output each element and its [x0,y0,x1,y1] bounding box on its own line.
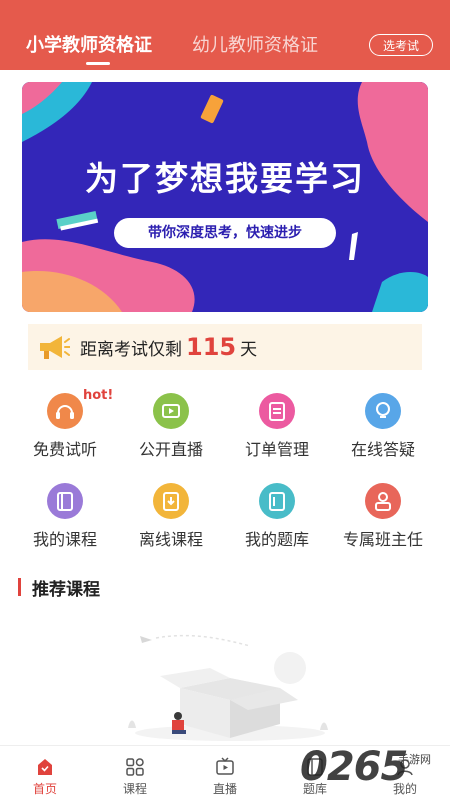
banner-title: 为了梦想我要学习 [85,159,365,198]
banner-subtitle: 带你深度思考，快速进步 [114,218,336,248]
lightbulb-icon [365,393,401,429]
download-book-icon [153,483,189,519]
watermark-logo: 0265 [300,744,408,790]
grid-label: 离线课程 [138,530,203,549]
grid-label: 公开直播 [138,440,203,459]
choose-exam-button[interactable]: 选考试 [369,34,433,56]
grid-item-public-live[interactable]: 公开直播 [115,390,227,462]
grid-label: 我的题库 [244,530,309,549]
section-accent-bar [18,578,21,596]
tab-primary-teacher[interactable]: 小学教师资格证 [26,34,152,58]
countdown-suffix: 天 [240,340,258,360]
exam-countdown: 距离考试仅剩 115 天 [28,324,422,370]
nav-home[interactable]: 首页 [0,746,90,801]
headset-icon [47,393,83,429]
nav-label: 首页 [32,782,57,796]
promo-banner[interactable]: 为了梦想我要学习 带你深度思考，快速进步 [22,82,428,312]
grid-label: 订单管理 [244,440,309,459]
grid-label: 专属班主任 [342,530,423,549]
book-icon [47,483,83,519]
grid-item-my-question-bank[interactable]: 我的题库 [221,480,333,552]
grid-item-online-qa[interactable]: 在线答疑 [327,390,439,462]
tv-icon [153,393,189,429]
top-header: 小学教师资格证 幼儿教师资格证 选考试 [0,0,450,70]
active-tab-indicator [86,62,110,65]
section-title: 推荐课程 [32,580,100,600]
grid-item-offline-courses[interactable]: 离线课程 [115,480,227,552]
grid-label: 免费试听 [32,440,97,459]
grid-item-my-courses[interactable]: 我的课程 [9,480,121,552]
teacher-icon [365,483,401,519]
grid-item-free-trial[interactable]: hot! 免费试听 [9,388,121,462]
clipboard-icon [259,393,295,429]
countdown-text: 距离考试仅剩 115 天 [80,334,257,363]
empty-box-illustration [128,634,328,741]
megaphone-icon [40,336,70,359]
grid-icon [126,758,144,776]
question-bank-icon [259,483,295,519]
countdown-days: 115 [186,333,237,361]
tv-icon [216,757,234,775]
watermark-subtext: 手游网 [398,753,431,766]
grid-item-class-teacher[interactable]: 专属班主任 [327,480,439,552]
nav-label: 课程 [122,782,147,796]
grid-label: 在线答疑 [350,440,415,459]
tab-preschool-teacher[interactable]: 幼儿教师资格证 [192,34,318,58]
home-icon [38,759,52,775]
countdown-prefix: 距离考试仅剩 [80,340,182,360]
nav-courses[interactable]: 课程 [90,746,180,801]
grid-label: 我的课程 [32,530,97,549]
hot-badge: hot! [83,388,114,403]
nav-live[interactable]: 直播 [180,746,270,801]
grid-item-order-management[interactable]: 订单管理 [221,390,333,462]
nav-label: 直播 [212,782,237,796]
